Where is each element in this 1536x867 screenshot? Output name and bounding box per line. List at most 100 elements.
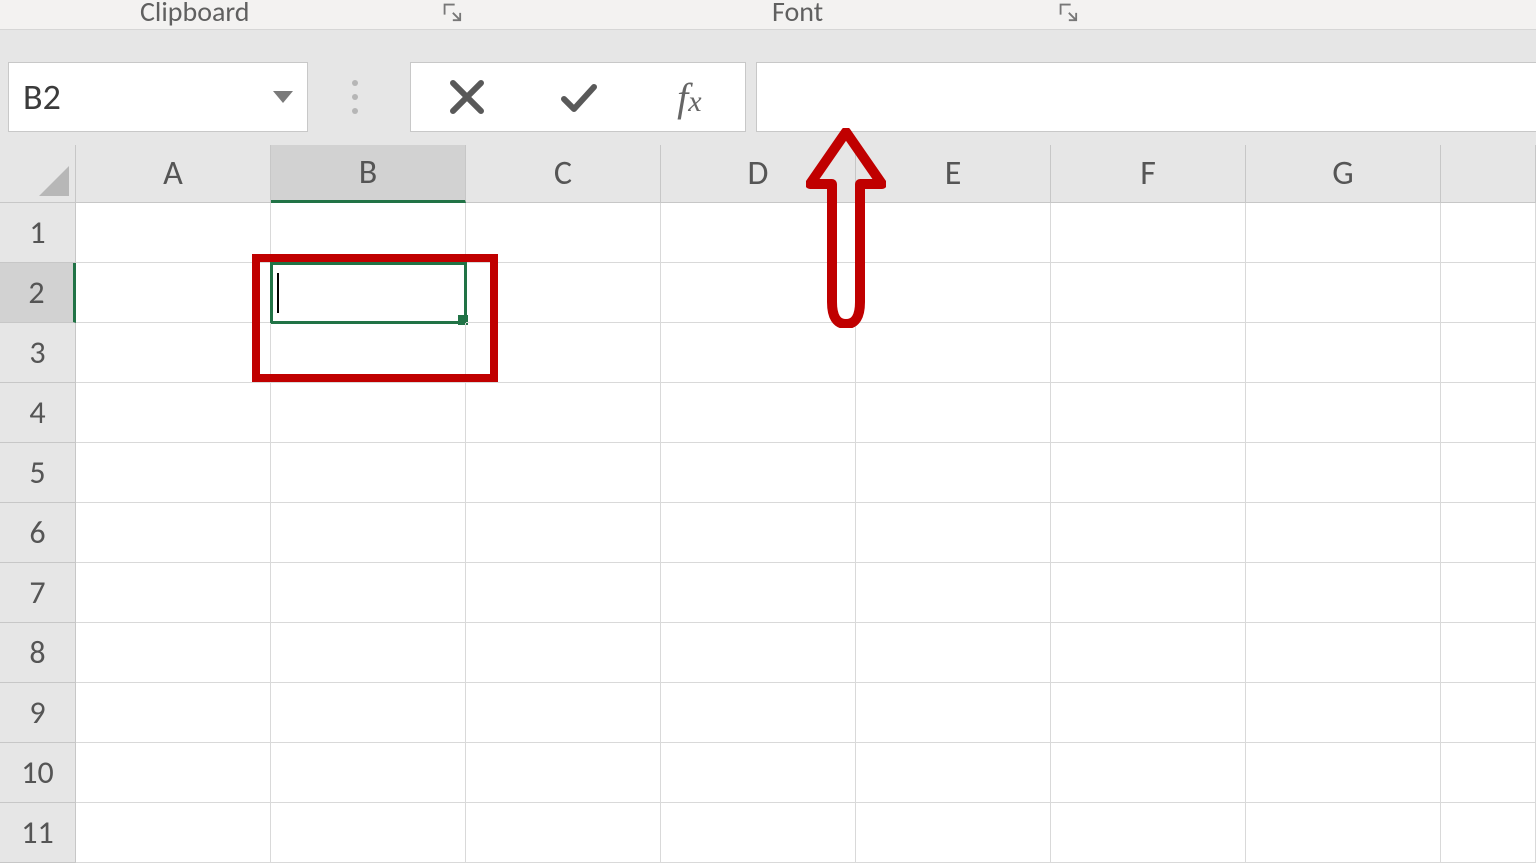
cell[interactable] [466, 623, 661, 683]
cell[interactable] [271, 503, 466, 563]
cell[interactable] [661, 383, 856, 443]
cell[interactable] [1246, 503, 1441, 563]
cell[interactable] [1441, 743, 1536, 803]
column-header[interactable]: A [76, 145, 271, 203]
font-dialog-launcher-icon[interactable] [1056, 0, 1080, 24]
cell[interactable] [1051, 683, 1246, 743]
clipboard-dialog-launcher-icon[interactable] [440, 0, 464, 24]
cell[interactable] [271, 623, 466, 683]
cell[interactable] [1441, 203, 1536, 263]
cell[interactable] [1441, 443, 1536, 503]
cell[interactable] [856, 503, 1051, 563]
cell[interactable] [1051, 743, 1246, 803]
cell[interactable] [1246, 323, 1441, 383]
row-header[interactable]: 7 [0, 563, 76, 623]
column-header[interactable]: G [1246, 145, 1441, 203]
cell[interactable] [466, 263, 661, 323]
row-header[interactable]: 3 [0, 323, 76, 383]
cell[interactable] [1441, 683, 1536, 743]
cell[interactable] [1051, 323, 1246, 383]
cell[interactable] [76, 743, 271, 803]
cell[interactable] [661, 683, 856, 743]
column-header[interactable]: D [661, 145, 856, 203]
cell[interactable] [856, 683, 1051, 743]
cell[interactable] [466, 383, 661, 443]
formula-bar-input[interactable] [756, 62, 1536, 132]
column-header[interactable]: C [466, 145, 661, 203]
cell[interactable] [76, 503, 271, 563]
column-header[interactable]: E [856, 145, 1051, 203]
cell[interactable] [661, 323, 856, 383]
cell[interactable] [856, 563, 1051, 623]
cell[interactable] [271, 443, 466, 503]
row-header[interactable]: 1 [0, 203, 76, 263]
cell[interactable] [661, 443, 856, 503]
cell[interactable] [1051, 503, 1246, 563]
insert-function-button[interactable]: fx [649, 63, 729, 131]
cell[interactable] [271, 323, 466, 383]
cell[interactable] [76, 203, 271, 263]
cell[interactable] [76, 443, 271, 503]
cell[interactable] [76, 623, 271, 683]
cell[interactable] [661, 563, 856, 623]
cell[interactable] [466, 743, 661, 803]
cell[interactable] [466, 323, 661, 383]
column-header[interactable]: F [1051, 145, 1246, 203]
column-header[interactable] [1441, 145, 1536, 203]
cell[interactable] [1246, 263, 1441, 323]
cell[interactable] [466, 563, 661, 623]
cell[interactable] [856, 743, 1051, 803]
cell[interactable] [856, 203, 1051, 263]
cell[interactable] [661, 623, 856, 683]
enter-button[interactable] [538, 63, 618, 131]
cell[interactable] [1441, 623, 1536, 683]
cell[interactable] [76, 383, 271, 443]
cell[interactable] [661, 503, 856, 563]
name-box[interactable]: B2 [8, 62, 308, 132]
cell[interactable] [661, 743, 856, 803]
cell[interactable] [271, 683, 466, 743]
select-all-triangle[interactable] [0, 145, 76, 203]
cell[interactable] [1051, 443, 1246, 503]
cell[interactable] [1441, 803, 1536, 863]
cell[interactable] [466, 503, 661, 563]
cell[interactable] [1246, 443, 1441, 503]
row-header[interactable]: 8 [0, 623, 76, 683]
cancel-button[interactable] [427, 63, 507, 131]
cell[interactable] [1246, 563, 1441, 623]
cell[interactable] [856, 623, 1051, 683]
cell[interactable] [1246, 743, 1441, 803]
cell[interactable] [466, 443, 661, 503]
cell[interactable] [856, 263, 1051, 323]
cell[interactable] [76, 683, 271, 743]
cell[interactable] [271, 743, 466, 803]
row-header[interactable]: 11 [0, 803, 76, 863]
cell[interactable] [1051, 803, 1246, 863]
row-header[interactable]: 10 [0, 743, 76, 803]
cell[interactable] [1246, 383, 1441, 443]
cell[interactable] [1051, 203, 1246, 263]
cell[interactable] [661, 203, 856, 263]
cell[interactable] [1051, 263, 1246, 323]
cell[interactable] [1051, 623, 1246, 683]
cell[interactable] [856, 803, 1051, 863]
cell[interactable] [1441, 563, 1536, 623]
row-header[interactable]: 9 [0, 683, 76, 743]
cell[interactable] [271, 563, 466, 623]
cell[interactable] [76, 263, 271, 323]
cell[interactable] [271, 383, 466, 443]
cell[interactable] [1441, 503, 1536, 563]
cell[interactable] [856, 383, 1051, 443]
cell[interactable] [271, 803, 466, 863]
cell[interactable] [1051, 563, 1246, 623]
cell[interactable] [1441, 383, 1536, 443]
cell[interactable] [1246, 203, 1441, 263]
cell[interactable] [76, 563, 271, 623]
row-header[interactable]: 6 [0, 503, 76, 563]
cell[interactable] [1441, 263, 1536, 323]
cell[interactable] [856, 323, 1051, 383]
chevron-down-icon[interactable] [273, 91, 293, 103]
cell[interactable] [466, 803, 661, 863]
row-header[interactable]: 5 [0, 443, 76, 503]
cell[interactable] [466, 203, 661, 263]
